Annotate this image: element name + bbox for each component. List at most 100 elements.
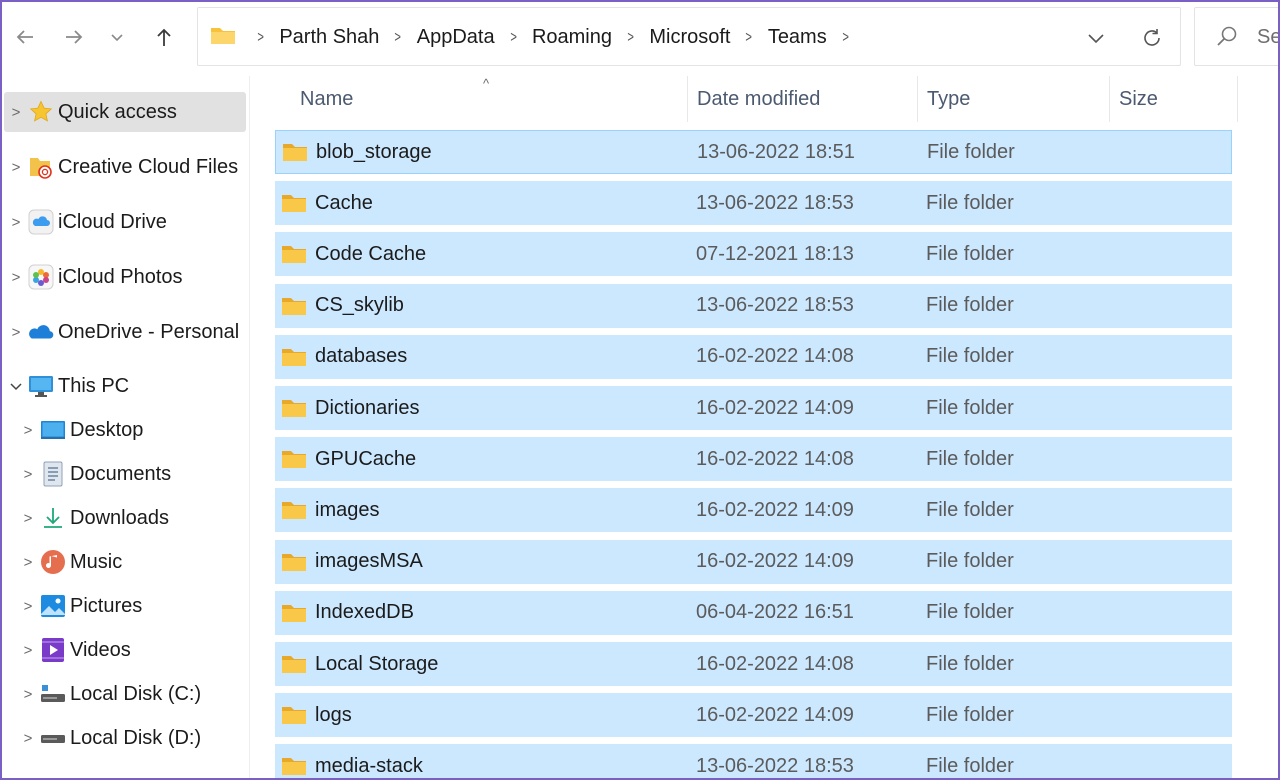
back-button[interactable] — [9, 20, 41, 54]
table-row[interactable]: databases 16-02-2022 14:08 File folder — [275, 334, 1232, 379]
date-modified-cell: 07-12-2021 18:13 — [696, 242, 854, 265]
chevron-right-icon[interactable]: > — [16, 598, 40, 615]
navigation-bar: > Parth Shah > AppData > Roaming > Micro… — [0, 0, 1280, 76]
breadcrumb-parth-shah[interactable]: Parth Shah — [279, 26, 379, 49]
refresh-button[interactable] — [1124, 27, 1180, 49]
drive-icon — [40, 681, 66, 707]
breadcrumb-appdata[interactable]: AppData — [417, 26, 495, 49]
search-icon — [1215, 25, 1239, 54]
refresh-icon — [1144, 28, 1160, 46]
breadcrumb-roaming[interactable]: Roaming — [532, 26, 612, 49]
sidebar-item-local-disk-d[interactable]: > Local Disk (D:) — [4, 718, 246, 758]
table-row[interactable]: Dictionaries 16-02-2022 14:09 File folder — [275, 386, 1232, 430]
file-name-cell: blob_storage — [282, 141, 432, 164]
chevron-right-icon[interactable]: > — [842, 29, 849, 47]
sidebar-item-desktop[interactable]: > Desktop — [4, 410, 246, 450]
chevron-right-icon[interactable]: > — [746, 29, 753, 47]
recent-locations-button[interactable] — [102, 20, 132, 54]
file-name: images — [315, 498, 380, 521]
forward-button[interactable] — [58, 20, 90, 54]
desktop-icon — [40, 417, 66, 443]
file-name: imagesMSA — [315, 550, 423, 573]
sidebar-item-icloud-photos[interactable]: > iCloud Photos — [4, 257, 246, 297]
pictures-icon — [40, 593, 66, 619]
address-dropdown-button[interactable] — [1068, 29, 1124, 47]
type-cell: File folder — [926, 550, 1014, 573]
sidebar-item-quick-access[interactable]: > Quick access — [4, 92, 246, 132]
sidebar-item-label: Pictures — [70, 594, 143, 617]
table-row[interactable]: CS_skylib 13-06-2022 18:53 File folder — [275, 283, 1232, 328]
sidebar-item-pictures[interactable]: > Pictures — [4, 586, 246, 626]
chevron-down-icon — [1088, 33, 1104, 43]
folder-icon — [281, 346, 307, 368]
table-row[interactable]: media-stack 13-06-2022 18:53 File folder — [275, 744, 1232, 780]
table-row[interactable]: images 16-02-2022 14:09 File folder — [275, 488, 1232, 533]
folder-icon — [281, 243, 307, 265]
chevron-right-icon[interactable]: > — [16, 510, 40, 527]
address-bar[interactable]: > Parth Shah > AppData > Roaming > Micro… — [197, 7, 1181, 66]
file-name-cell: images — [281, 499, 379, 522]
chevron-right-icon[interactable]: > — [16, 422, 40, 439]
chevron-right-icon[interactable]: > — [16, 686, 40, 703]
sidebar-item-creative-cloud-files[interactable]: > Creative Cloud Files — [4, 147, 246, 187]
file-list: ^ Name Date modified Type Size blob_stor… — [250, 76, 1280, 780]
file-name-cell: logs — [281, 704, 352, 727]
sidebar-item-local-disk-c[interactable]: > Local Disk (C:) — [4, 674, 246, 714]
chevron-right-icon[interactable]: > — [627, 29, 634, 47]
chevron-right-icon[interactable]: > — [510, 29, 517, 47]
table-row[interactable]: Code Cache 07-12-2021 18:13 File folder — [275, 232, 1232, 277]
sidebar-item-music[interactable]: > Music — [4, 542, 246, 582]
search-box[interactable]: Se — [1194, 7, 1280, 66]
chevron-right-icon[interactable]: > — [4, 324, 28, 341]
column-divider[interactable] — [1237, 76, 1238, 122]
date-modified-cell: 16-02-2022 14:09 — [696, 396, 854, 419]
date-modified-cell: 13-06-2022 18:51 — [697, 140, 855, 163]
sidebar-item-documents[interactable]: > Documents — [4, 454, 246, 494]
creative-cloud-folder-icon — [28, 154, 54, 180]
up-button[interactable] — [148, 20, 180, 54]
file-name: CS_skylib — [315, 294, 404, 317]
table-row[interactable]: Local Storage 16-02-2022 14:08 File folder — [275, 642, 1232, 686]
chevron-right-icon[interactable]: > — [395, 29, 402, 47]
type-cell: File folder — [926, 498, 1014, 521]
chevron-down-icon[interactable] — [4, 379, 28, 393]
sidebar-item-label: Creative Cloud Files — [58, 155, 239, 178]
download-icon — [40, 505, 66, 531]
table-row[interactable]: logs 16-02-2022 14:09 File folder — [275, 693, 1232, 738]
sidebar-item-icloud-drive[interactable]: > iCloud Drive — [4, 202, 246, 242]
file-name-cell: Code Cache — [281, 243, 426, 266]
sidebar-item-videos[interactable]: > Videos — [4, 630, 246, 670]
drive-icon — [40, 725, 66, 751]
type-cell: File folder — [926, 191, 1014, 214]
chevron-right-icon[interactable]: > — [16, 730, 40, 747]
file-name-cell: Local Storage — [281, 653, 438, 676]
sidebar-item-downloads[interactable]: > Downloads — [4, 498, 246, 538]
chevron-right-icon[interactable]: > — [16, 642, 40, 659]
chevron-right-icon[interactable]: > — [4, 104, 28, 121]
folder-icon — [281, 448, 307, 470]
breadcrumb-microsoft[interactable]: Microsoft — [649, 26, 730, 49]
table-row[interactable]: GPUCache 16-02-2022 14:08 File folder — [275, 437, 1232, 482]
column-size[interactable]: Size — [1107, 76, 1237, 122]
column-name[interactable]: Name — [288, 76, 688, 122]
chevron-down-icon — [111, 34, 123, 42]
chevron-right-icon[interactable]: > — [4, 159, 28, 176]
file-name: databases — [315, 345, 408, 368]
sidebar-item-label: OneDrive - Personal — [58, 320, 240, 343]
column-date-modified[interactable]: Date modified — [685, 76, 915, 122]
sidebar-item-onedrive[interactable]: > OneDrive - Personal — [4, 312, 246, 352]
chevron-right-icon[interactable]: > — [4, 269, 28, 286]
table-row[interactable]: IndexedDB 06-04-2022 16:51 File folder — [275, 590, 1232, 635]
type-cell: File folder — [926, 345, 1014, 368]
chevron-right-icon[interactable]: > — [4, 214, 28, 231]
file-name: logs — [315, 703, 352, 726]
breadcrumb-teams[interactable]: Teams — [768, 26, 827, 49]
sidebar-item-this-pc[interactable]: This PC — [4, 366, 246, 406]
table-row[interactable]: imagesMSA 16-02-2022 14:09 File folder — [275, 539, 1232, 584]
column-type[interactable]: Type — [915, 76, 1107, 122]
chevron-right-icon[interactable]: > — [16, 554, 40, 571]
chevron-right-icon[interactable]: > — [16, 466, 40, 483]
file-name-cell: Cache — [281, 192, 373, 215]
table-row[interactable]: Cache 13-06-2022 18:53 File folder — [275, 181, 1232, 226]
table-row[interactable]: blob_storage 13-06-2022 18:51 File folder — [275, 130, 1232, 174]
